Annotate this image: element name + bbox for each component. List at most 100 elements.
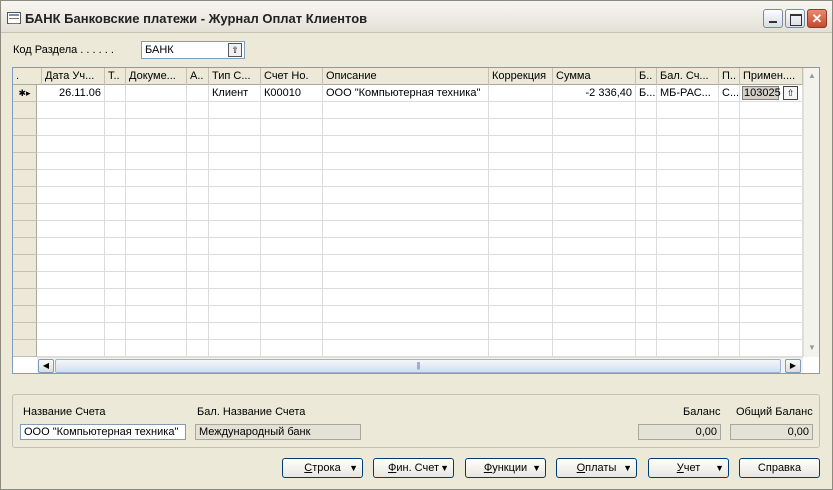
scroll-down-icon[interactable]: ▼ [805,341,819,355]
table-cell[interactable] [126,136,187,153]
table-cell[interactable] [740,119,803,136]
table-cell[interactable] [42,306,105,323]
table-cell[interactable] [42,289,105,306]
table-cell[interactable] [42,170,105,187]
table-cell[interactable] [209,306,261,323]
table-cell[interactable] [187,272,209,289]
table-cell[interactable] [105,289,126,306]
table-row[interactable] [13,221,803,238]
table-cell[interactable] [719,119,740,136]
table-cell[interactable] [323,289,489,306]
table-cell[interactable] [636,255,657,272]
table-cell[interactable] [105,340,126,357]
section-code-input[interactable]: БАНК ⇧ [141,41,245,59]
table-cell[interactable] [209,238,261,255]
cell-b[interactable]: Б... [636,85,657,102]
column-header-amount[interactable]: Сумма [553,68,636,85]
table-cell[interactable] [719,340,740,357]
row-marker[interactable] [13,136,37,153]
table-cell[interactable] [719,306,740,323]
table-cell[interactable] [657,119,719,136]
table-cell[interactable] [126,238,187,255]
column-header-b[interactable]: Б.. [636,68,657,85]
table-cell[interactable] [657,340,719,357]
table-cell[interactable] [187,170,209,187]
table-cell[interactable] [636,289,657,306]
table-cell[interactable] [489,221,553,238]
table-cell[interactable] [126,204,187,221]
table-cell[interactable] [187,119,209,136]
table-cell[interactable] [187,187,209,204]
table-cell[interactable] [636,119,657,136]
table-cell[interactable] [126,153,187,170]
table-cell[interactable] [126,119,187,136]
table-cell[interactable] [740,204,803,221]
table-cell[interactable] [719,272,740,289]
table-cell[interactable] [126,187,187,204]
table-cell[interactable] [740,170,803,187]
table-cell[interactable] [105,153,126,170]
table-cell[interactable] [105,238,126,255]
table-cell[interactable] [636,221,657,238]
table-cell[interactable] [719,136,740,153]
cell-account-type[interactable]: Клиент [209,85,261,102]
table-cell[interactable] [553,238,636,255]
table-cell[interactable] [209,255,261,272]
table-row[interactable] [13,170,803,187]
table-cell[interactable] [553,119,636,136]
table-cell[interactable] [553,170,636,187]
table-cell[interactable] [719,102,740,119]
table-cell[interactable] [553,255,636,272]
scroll-left-icon[interactable]: ◀ [38,359,54,373]
table-cell[interactable] [42,204,105,221]
table-cell[interactable] [42,221,105,238]
table-cell[interactable] [187,255,209,272]
table-cell[interactable] [261,187,323,204]
row-marker[interactable] [13,272,37,289]
table-cell[interactable] [323,204,489,221]
table-row[interactable] [13,340,803,357]
table-cell[interactable] [657,136,719,153]
table-cell[interactable] [740,340,803,357]
table-cell[interactable] [553,102,636,119]
table-cell[interactable] [42,323,105,340]
table-cell[interactable] [323,340,489,357]
table-cell[interactable] [209,221,261,238]
table-cell[interactable] [719,153,740,170]
table-cell[interactable] [105,204,126,221]
table-cell[interactable] [657,170,719,187]
table-cell[interactable] [209,204,261,221]
table-cell[interactable] [126,221,187,238]
table-cell[interactable] [105,170,126,187]
table-cell[interactable] [187,238,209,255]
close-button[interactable]: ✕ [807,9,827,28]
table-cell[interactable] [553,289,636,306]
cell-description[interactable]: ООО "Компьютерная техника" [323,85,489,102]
scroll-up-icon[interactable]: ▲ [805,69,819,83]
functions-menu-button[interactable]: Функции ▼ [465,458,546,478]
table-cell[interactable] [126,272,187,289]
table-cell[interactable] [261,204,323,221]
table-cell[interactable] [187,306,209,323]
column-header-correction[interactable]: Коррекция [489,68,553,85]
table-row[interactable] [13,204,803,221]
table-cell[interactable] [261,102,323,119]
table-cell[interactable] [261,272,323,289]
table-cell[interactable] [42,136,105,153]
table-cell[interactable] [636,306,657,323]
table-cell[interactable] [42,102,105,119]
table-cell[interactable] [187,153,209,170]
table-cell[interactable] [261,238,323,255]
table-cell[interactable] [209,340,261,357]
table-cell[interactable] [209,187,261,204]
table-cell[interactable] [636,102,657,119]
row-marker[interactable] [13,153,37,170]
table-cell[interactable] [740,306,803,323]
table-cell[interactable] [323,272,489,289]
row-marker[interactable] [13,323,37,340]
table-cell[interactable] [657,221,719,238]
table-cell[interactable] [740,221,803,238]
column-header-applied[interactable]: Примен.... [740,68,803,85]
column-header-doc-type[interactable]: Т.. [105,68,126,85]
table-cell[interactable] [261,306,323,323]
